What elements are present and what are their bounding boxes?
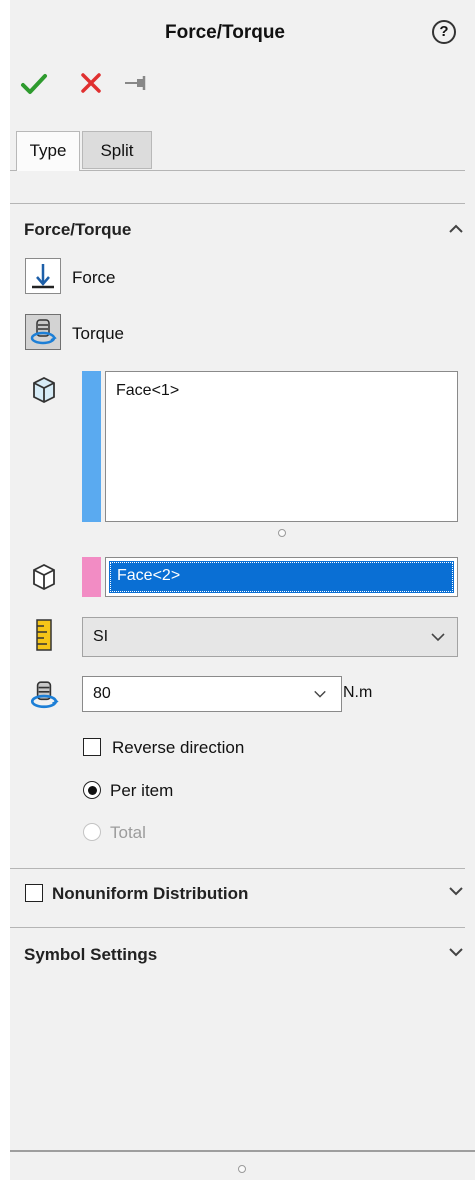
pushpin-icon[interactable] — [123, 73, 151, 93]
resize-grip-icon[interactable] — [278, 529, 286, 537]
direction-face-field[interactable]: Face<2> — [105, 557, 458, 597]
direction-face-icon — [33, 563, 55, 591]
reverse-direction-label[interactable]: Reverse direction — [112, 738, 244, 758]
divider — [10, 868, 465, 869]
reverse-direction-checkbox[interactable] — [83, 738, 101, 756]
tab-type[interactable]: Type — [16, 131, 80, 171]
total-radio — [83, 823, 101, 841]
faces-listbox[interactable]: Face<1> — [105, 371, 458, 522]
faces-color-bar — [82, 371, 101, 522]
torque-value-input[interactable]: 80 — [82, 676, 342, 712]
chevron-down-icon[interactable] — [430, 629, 446, 645]
ruler-units-icon — [36, 619, 52, 651]
help-icon[interactable]: ? — [432, 20, 456, 44]
nonuniform-distribution-checkbox[interactable] — [25, 884, 43, 902]
panel-bottom-border — [10, 1150, 475, 1152]
chevron-down-icon[interactable] — [447, 882, 465, 900]
divider — [10, 927, 465, 928]
direction-color-bar — [82, 557, 101, 597]
force-option-label[interactable]: Force — [72, 268, 115, 288]
list-item[interactable]: Face<1> — [116, 382, 457, 400]
property-manager-panel: Force/Torque ? Type Split Force/Torque F… — [10, 0, 475, 1180]
unit-label: N.m — [343, 684, 373, 701]
chevron-down-icon[interactable] — [313, 687, 327, 701]
selected-face-text[interactable]: Face<2> — [109, 561, 454, 593]
resize-grip-icon[interactable] — [238, 1165, 246, 1173]
per-item-radio[interactable] — [83, 781, 101, 799]
face-selection-icon — [33, 376, 55, 404]
total-label: Total — [110, 823, 146, 842]
torque-icon — [30, 319, 57, 345]
torque-option-button[interactable] — [25, 314, 61, 350]
torque-value-text: 80 — [93, 685, 111, 702]
divider — [10, 203, 465, 204]
ok-check-icon[interactable] — [20, 72, 48, 96]
section-title-force-torque: Force/Torque — [24, 220, 132, 239]
cancel-x-icon[interactable] — [80, 72, 102, 94]
torque-option-label[interactable]: Torque — [72, 324, 124, 344]
nonuniform-distribution-label[interactable]: Nonuniform Distribution — [52, 884, 248, 904]
chevron-up-icon[interactable] — [447, 220, 465, 238]
force-arrow-icon — [32, 264, 54, 289]
force-option-button[interactable] — [25, 258, 61, 294]
panel-title: Force/Torque — [165, 22, 285, 43]
chevron-down-icon[interactable] — [447, 943, 465, 961]
tab-split[interactable]: Split — [82, 131, 152, 169]
section-title-symbol-settings[interactable]: Symbol Settings — [24, 945, 157, 965]
per-item-label[interactable]: Per item — [110, 781, 173, 801]
torque-value-icon — [30, 681, 59, 709]
units-dropdown[interactable]: SI — [82, 617, 458, 657]
units-selected-value: SI — [93, 628, 109, 645]
